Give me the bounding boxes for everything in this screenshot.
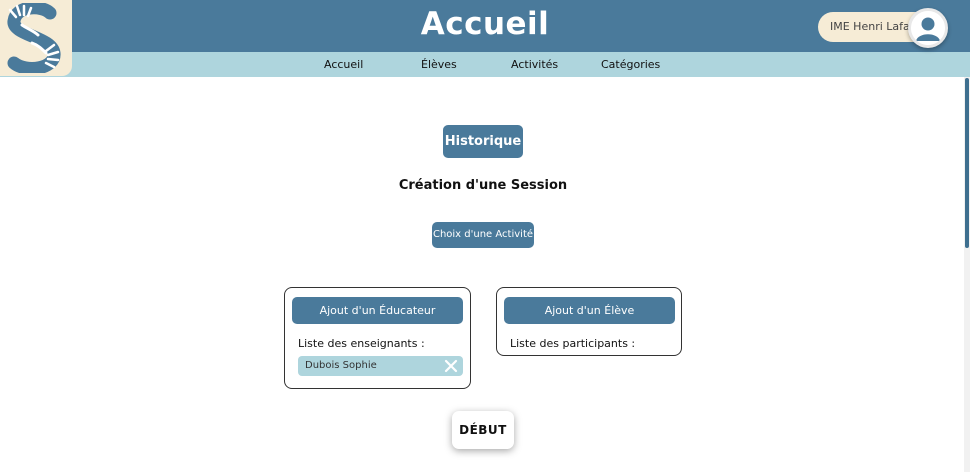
student-card: Ajout d'un Élève Liste des participants … bbox=[496, 287, 682, 356]
user-name: IME Henri Lafay bbox=[830, 20, 917, 33]
choose-activity-button[interactable]: Choix d'une Activité bbox=[432, 222, 534, 248]
educator-chip-name: Dubois Sophie bbox=[305, 360, 377, 371]
close-icon[interactable] bbox=[443, 358, 459, 374]
nav-item-accueil[interactable]: Accueil bbox=[324, 58, 363, 71]
session-creation-title: Création d'une Session bbox=[398, 178, 568, 193]
user-avatar-icon[interactable] bbox=[908, 8, 948, 48]
participants-list-label: Liste des participants : bbox=[510, 337, 636, 350]
main-navigation: Accueil Élèves Activités Catégories bbox=[0, 52, 970, 77]
history-button[interactable]: Historique bbox=[443, 125, 523, 158]
add-student-button[interactable]: Ajout d'un Élève bbox=[504, 297, 675, 324]
scrollbar-thumb[interactable] bbox=[965, 78, 969, 248]
app-logo[interactable] bbox=[0, 0, 72, 76]
educator-chip: Dubois Sophie bbox=[298, 356, 463, 376]
nav-item-categories[interactable]: Catégories bbox=[601, 58, 660, 71]
add-educator-button[interactable]: Ajout d'un Éducateur bbox=[292, 297, 463, 324]
teachers-list-label: Liste des enseignants : bbox=[298, 337, 425, 350]
start-session-button[interactable]: DÉBUT bbox=[452, 411, 514, 449]
hands-s-logo-icon bbox=[7, 3, 61, 73]
nav-item-eleves[interactable]: Élèves bbox=[421, 58, 457, 71]
educator-card: Ajout d'un Éducateur Liste des enseignan… bbox=[284, 287, 471, 389]
nav-item-activites[interactable]: Activités bbox=[511, 58, 558, 71]
